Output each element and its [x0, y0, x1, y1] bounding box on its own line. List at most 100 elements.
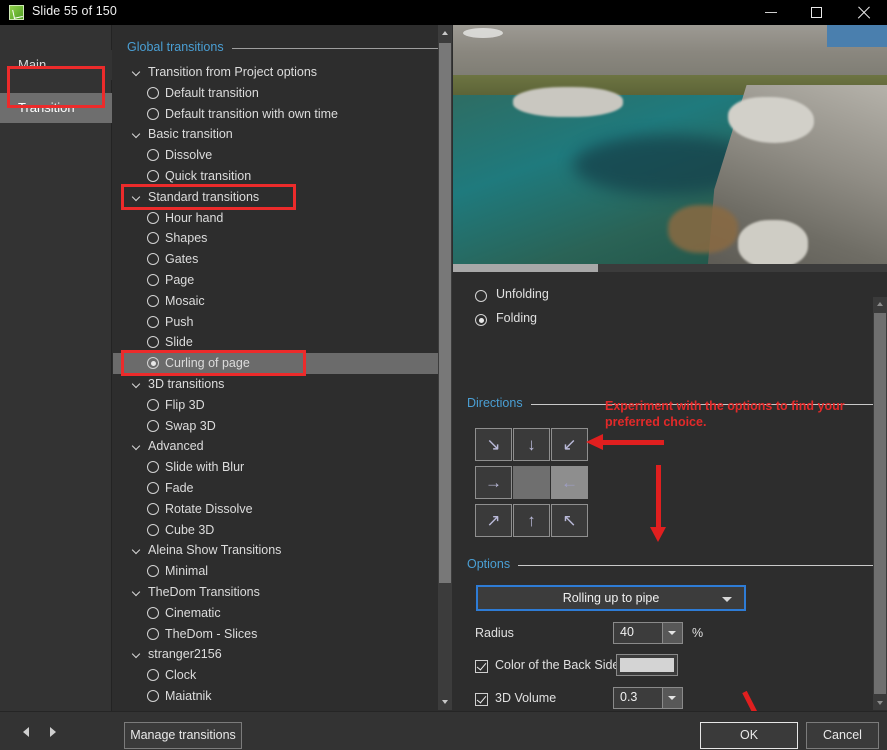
- options-scrollbar-thumb[interactable]: [874, 313, 886, 694]
- sidebar-item-transition[interactable]: Transition: [0, 93, 112, 123]
- tree-item-flip-3d[interactable]: Flip 3D: [113, 395, 444, 416]
- radio-icon[interactable]: [147, 399, 159, 411]
- radio-icon[interactable]: [147, 336, 159, 348]
- tree-group-3d-transitions[interactable]: 3D transitions: [113, 374, 444, 395]
- tree-item-slide[interactable]: Slide: [113, 332, 444, 353]
- radio-icon[interactable]: [147, 357, 159, 369]
- direction-up-left[interactable]: ↖: [551, 504, 588, 537]
- chevron-down-icon[interactable]: [133, 651, 141, 659]
- scroll-down-icon[interactable]: [438, 695, 452, 710]
- back-side-color-swatch[interactable]: [616, 654, 678, 676]
- direction-right-glyph: →: [485, 473, 502, 492]
- tree-scrollbar-thumb[interactable]: [439, 43, 451, 583]
- tree-item-shapes[interactable]: Shapes: [113, 228, 444, 249]
- right-panel: Unfolding Folding Directions ↘ ↓ ↙ → ← ↗ ↑ ↖ Op…: [453, 25, 887, 710]
- chevron-down-icon[interactable]: [133, 381, 141, 389]
- direction-down[interactable]: ↓: [513, 428, 550, 461]
- radio-icon[interactable]: [147, 295, 159, 307]
- radio-icon[interactable]: [147, 669, 159, 681]
- radio-icon[interactable]: [147, 232, 159, 244]
- maximize-icon[interactable]: [794, 0, 840, 25]
- chevron-down-icon[interactable]: [133, 547, 141, 555]
- tree-item-thedom-slices[interactable]: TheDom - Slices: [113, 624, 444, 645]
- slide-app-icon: [9, 5, 24, 20]
- direction-down-right[interactable]: ↘: [475, 428, 512, 461]
- direction-none[interactable]: [513, 466, 550, 499]
- radio-icon[interactable]: [147, 108, 159, 120]
- radio-icon[interactable]: [147, 607, 159, 619]
- tree-item-page[interactable]: Page: [113, 270, 444, 291]
- radio-icon[interactable]: [147, 628, 159, 640]
- tree-item-push[interactable]: Push: [113, 312, 444, 333]
- chevron-down-icon[interactable]: [133, 589, 141, 597]
- options-scroll-up-icon[interactable]: [873, 297, 887, 311]
- tree-item-cube-3d[interactable]: Cube 3D: [113, 520, 444, 541]
- chevron-down-icon[interactable]: [133, 443, 141, 451]
- tree-item-quick-transition[interactable]: Quick transition: [113, 166, 444, 187]
- close-icon[interactable]: [841, 0, 887, 25]
- minimize-icon[interactable]: [748, 0, 794, 25]
- scroll-up-icon[interactable]: [438, 25, 452, 40]
- tree-item-swap-3d[interactable]: Swap 3D: [113, 416, 444, 437]
- options-scrollbar[interactable]: [873, 297, 887, 710]
- tree-group-basic-transition[interactable]: Basic transition: [113, 124, 444, 145]
- radio-icon[interactable]: [147, 482, 159, 494]
- radio-icon[interactable]: [147, 503, 159, 515]
- options-scroll-down-icon[interactable]: [873, 696, 887, 710]
- direction-right[interactable]: →: [475, 466, 512, 499]
- preview-progress-bar[interactable]: [453, 264, 887, 272]
- tree-item-clock[interactable]: Clock: [113, 665, 444, 686]
- tree-item-cinematic[interactable]: Cinematic: [113, 603, 444, 624]
- tree-item-minimal[interactable]: Minimal: [113, 561, 444, 582]
- radio-icon[interactable]: [147, 524, 159, 536]
- tree-item-default-transition[interactable]: Default transition: [113, 83, 444, 104]
- radius-stepper[interactable]: 40: [613, 622, 683, 644]
- tree-group-advanced[interactable]: Advanced: [113, 436, 444, 457]
- next-icon[interactable]: [45, 724, 61, 740]
- radio-icon[interactable]: [147, 253, 159, 265]
- radio-icon[interactable]: [147, 565, 159, 577]
- radio-icon[interactable]: [147, 149, 159, 161]
- tree-item-slide-with-blur[interactable]: Slide with Blur: [113, 457, 444, 478]
- tree-scrollbar[interactable]: [438, 25, 452, 710]
- tree-item-fade[interactable]: Fade: [113, 478, 444, 499]
- options-header-label: Options: [467, 557, 511, 571]
- effect-select[interactable]: Rolling up to pipe: [476, 585, 746, 611]
- direction-up[interactable]: ↑: [513, 504, 550, 537]
- radio-icon[interactable]: [147, 420, 159, 432]
- chevron-down-icon[interactable]: [133, 194, 141, 202]
- volume-3d-stepper[interactable]: 0.3: [613, 687, 683, 709]
- radio-icon[interactable]: [147, 461, 159, 473]
- tree-group-thedom-transitions[interactable]: TheDom Transitions: [113, 582, 444, 603]
- tree-item-gates[interactable]: Gates: [113, 249, 444, 270]
- tree-group-standard-transitions[interactable]: Standard transitions: [113, 187, 444, 208]
- tree-group-transition-from-project-options[interactable]: Transition from Project options: [113, 62, 444, 83]
- tree-item-mosaic[interactable]: Mosaic: [113, 291, 444, 312]
- tree-item-dissolve[interactable]: Dissolve: [113, 145, 444, 166]
- previous-icon[interactable]: [18, 724, 34, 740]
- radio-icon[interactable]: [147, 87, 159, 99]
- radio-icon[interactable]: [147, 274, 159, 286]
- tree-item-default-transition-with-own-time[interactable]: Default transition with own time: [113, 104, 444, 125]
- radio-icon[interactable]: [147, 170, 159, 182]
- sidebar-item-main[interactable]: Main: [0, 50, 112, 80]
- chevron-down-icon[interactable]: [133, 131, 141, 139]
- tree-item-rotate-dissolve[interactable]: Rotate Dissolve: [113, 499, 444, 520]
- radio-icon[interactable]: [147, 316, 159, 328]
- tree-group-stranger2156[interactable]: stranger2156: [113, 644, 444, 665]
- tree-group-aleina-show-transitions[interactable]: Aleina Show Transitions: [113, 540, 444, 561]
- manage-transitions-button[interactable]: Manage transitions: [124, 722, 242, 749]
- directions-header-label: Directions: [467, 396, 523, 410]
- chevron-down-icon[interactable]: [133, 69, 141, 77]
- radio-icon[interactable]: [147, 212, 159, 224]
- tree-item-hour-hand[interactable]: Hour hand: [113, 208, 444, 229]
- radio-icon[interactable]: [147, 690, 159, 702]
- direction-left[interactable]: ←: [551, 466, 588, 499]
- ok-button[interactable]: OK: [700, 722, 798, 749]
- tree-item-maiatnik[interactable]: Maiatnik: [113, 686, 444, 707]
- direction-down-left[interactable]: ↙: [551, 428, 588, 461]
- direction-up-right[interactable]: ↗: [475, 504, 512, 537]
- cancel-button[interactable]: Cancel: [806, 722, 879, 749]
- direction-left-glyph: ←: [561, 473, 578, 492]
- tree-item-curling-of-page[interactable]: Curling of page: [113, 353, 444, 374]
